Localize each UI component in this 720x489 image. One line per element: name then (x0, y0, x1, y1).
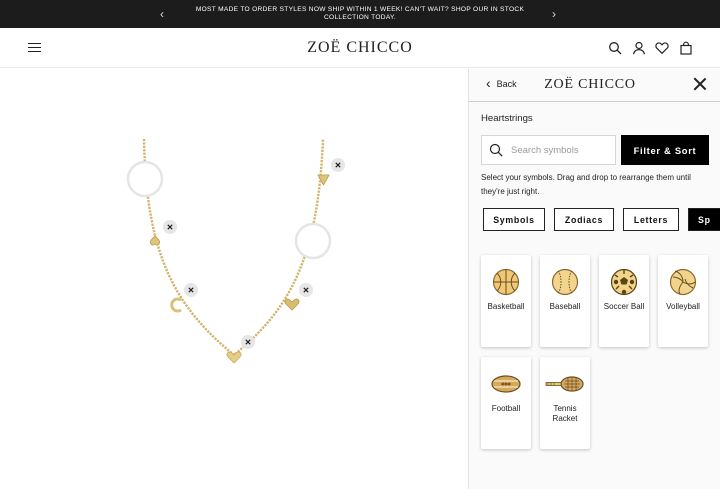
chevron-left-icon: ‹ (486, 75, 491, 91)
category-tabs: Symbols Zodiacs Letters Sp (483, 208, 720, 231)
remove-charm-icon[interactable] (163, 220, 177, 234)
back-label: Back (496, 79, 517, 89)
symbol-label: Basketball (487, 302, 525, 311)
site-logo[interactable]: ZOË CHICCO (270, 39, 450, 57)
instructions-text: Select your symbols. Drag and drop to re… (481, 173, 691, 196)
charm-letter-c (170, 297, 182, 313)
symbol-card-soccer-ball[interactable]: Soccer Ball (599, 255, 649, 347)
symbol-card-volleyball[interactable]: Volleyball (658, 255, 708, 347)
announcement-message: MOST MADE TO ORDER STYLES NOW SHIP WITHI… (195, 6, 525, 22)
symbol-card-basketball[interactable]: Basketball (481, 255, 531, 347)
tennis-racket-icon (545, 376, 584, 392)
announcement-bar: ‹ MOST MADE TO ORDER STYLES NOW SHIP WIT… (0, 0, 720, 28)
close-icon[interactable] (693, 77, 707, 91)
volleyball-icon (669, 268, 697, 296)
necklace-preview[interactable] (0, 69, 468, 489)
tab-letters[interactable]: Letters (623, 208, 679, 231)
back-button[interactable]: ‹ Back (486, 75, 517, 91)
symbol-card-baseball[interactable]: Baseball (540, 255, 590, 347)
remove-charm-icon[interactable] (184, 283, 198, 297)
necklace-builder-canvas (126, 138, 332, 364)
symbol-card-tennis-racket[interactable]: Tennis Racket (540, 357, 590, 449)
charm-heart-textured (284, 298, 300, 311)
basketball-icon (492, 268, 520, 296)
football-icon (491, 375, 521, 393)
empty-charm-slot (126, 160, 164, 198)
baseball-icon (551, 268, 579, 296)
symbol-label: Volleyball (666, 302, 700, 311)
symbol-label: Soccer Ball (603, 302, 645, 311)
symbol-label: Tennis Racket (552, 404, 578, 423)
empty-charm-slot (294, 222, 332, 260)
tab-sports[interactable]: Sp (688, 208, 720, 231)
tab-symbols[interactable]: Symbols (483, 208, 545, 231)
filter-sort-button[interactable]: Filter & Sort (621, 135, 709, 165)
site-header: ZOË CHICCO (0, 28, 720, 68)
symbol-label: Football (491, 404, 521, 413)
heart-icon[interactable] (655, 41, 669, 55)
soccer-ball-icon (610, 268, 638, 296)
remove-charm-icon[interactable] (299, 283, 313, 297)
symbol-card-football[interactable]: Football (481, 357, 531, 449)
remove-charm-icon[interactable] (241, 335, 255, 349)
announcement-prev-arrow-icon[interactable]: ‹ (160, 7, 164, 21)
charm-builder-panel: ‹ Back ZOË CHICCO Heartstrings Filter & … (468, 69, 720, 489)
announcement-next-arrow-icon[interactable]: › (552, 7, 556, 21)
search-icon[interactable] (608, 41, 622, 55)
menu-icon[interactable] (28, 43, 41, 53)
tab-zodiacs[interactable]: Zodiacs (554, 208, 614, 231)
account-icon[interactable] (632, 41, 646, 55)
product-title: Heartstrings (481, 113, 533, 124)
panel-logo: ZOË CHICCO (544, 77, 636, 92)
charm-triangle (317, 174, 330, 186)
charm-spade (149, 235, 161, 246)
symbol-search-input[interactable] (511, 144, 611, 156)
bag-icon[interactable] (679, 41, 693, 55)
search-icon (489, 143, 503, 157)
symbol-label: Baseball (549, 302, 581, 311)
symbol-search-field[interactable] (481, 135, 616, 165)
panel-header: ‹ Back ZOË CHICCO (469, 69, 720, 102)
remove-charm-icon[interactable] (331, 158, 345, 172)
